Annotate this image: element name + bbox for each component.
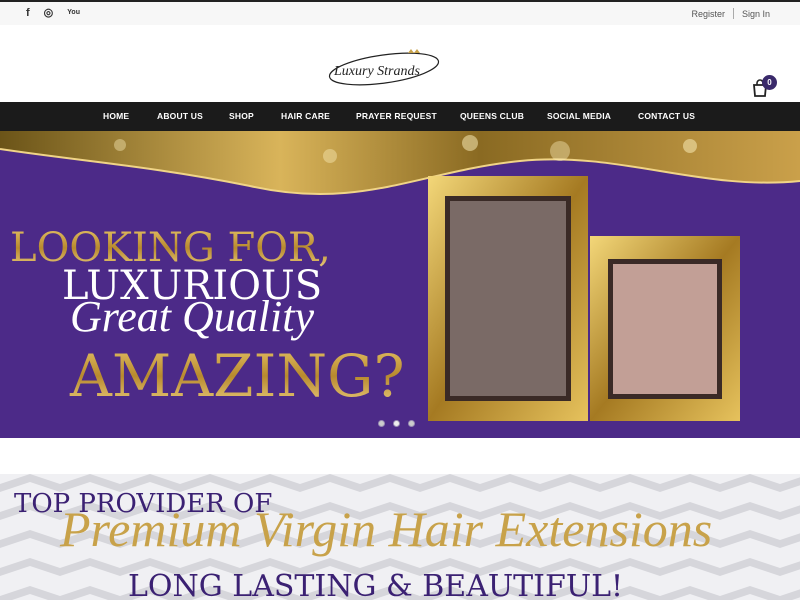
promo-section: TOP PROVIDER OF Premium Virgin Hair Exte… <box>0 474 800 600</box>
slider-dot[interactable] <box>408 420 415 427</box>
signin-link[interactable]: Sign In <box>742 9 770 19</box>
nav-social-media[interactable]: SOCIAL MEDIA <box>547 102 611 131</box>
nav-prayer-request[interactable]: PRAYER REQUEST <box>356 102 437 131</box>
auth-divider <box>732 8 734 19</box>
hero-slider[interactable]: LOOKING FOR, LUXURIOUS Great Quality AMA… <box>0 131 800 438</box>
nav-shop[interactable]: SHOP <box>229 102 254 131</box>
hero-line-3: Great Quality <box>70 292 314 341</box>
slider-dot[interactable] <box>393 420 400 427</box>
cart-count-badge: 0 <box>762 75 777 90</box>
slider-dots <box>378 420 415 427</box>
auth-links: Register Sign In <box>691 8 770 19</box>
nav-hair-care[interactable]: HAIR CARE <box>281 102 330 131</box>
promo-banner: TOP PROVIDER OF Premium Virgin Hair Exte… <box>0 474 800 600</box>
hero-banner: LOOKING FOR, LUXURIOUS Great Quality AMA… <box>0 131 800 438</box>
top-bar: f ◎ You Register Sign In <box>0 0 800 25</box>
nav-contact-us[interactable]: CONTACT US <box>638 102 695 131</box>
site-header: Luxury Strands 0 <box>0 25 800 102</box>
promo-line-3: LONG LASTING & BEAUTIFUL! <box>128 569 623 600</box>
social-links: f ◎ You <box>26 7 80 19</box>
register-link[interactable]: Register <box>691 9 725 19</box>
site-logo[interactable]: Luxury Strands <box>326 45 444 89</box>
main-nav: HOME ABOUT US SHOP HAIR CARE PRAYER REQU… <box>0 102 800 131</box>
facebook-icon[interactable]: f <box>26 7 30 19</box>
nav-home[interactable]: HOME <box>103 102 129 131</box>
nav-queens-club[interactable]: QUEENS CLUB <box>460 102 524 131</box>
nav-about-us[interactable]: ABOUT US <box>157 102 203 131</box>
hero-line-4: AMAZING? <box>69 342 405 410</box>
slider-dot[interactable] <box>378 420 385 427</box>
youtube-icon[interactable]: You <box>67 7 80 19</box>
promo-line-2: Premium Virgin Hair Extensions <box>59 501 712 557</box>
svg-text:Luxury Strands: Luxury Strands <box>333 64 421 79</box>
instagram-icon[interactable]: ◎ <box>44 7 54 19</box>
